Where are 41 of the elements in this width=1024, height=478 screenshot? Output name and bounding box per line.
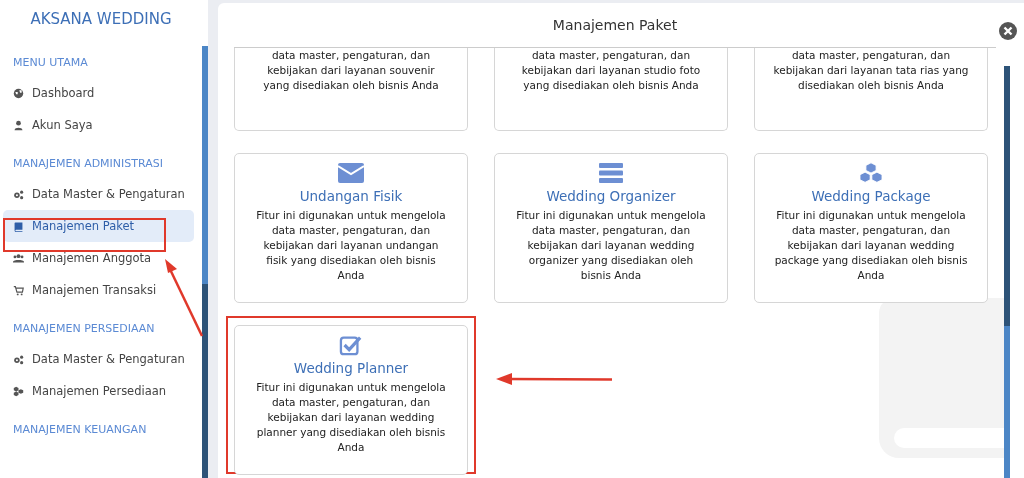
server-icon (598, 162, 624, 184)
nav-item[interactable]: Manajemen Transaksi (3, 274, 194, 306)
package-card[interactable]: data master, pengaturan, dan kebijakan dari layanan souvenir yang disediakan oleh bisnis Anda (234, 48, 468, 131)
package-card[interactable]: data master, pengaturan, dan kebijakan dari layanan tata rias yang disediakan oleh bisnis Anda (754, 48, 988, 131)
card-description: data master, pengaturan, dan kebijakan dari layanan studio foto yang disediakan oleh bisnis Anda (520, 48, 702, 93)
package-card[interactable]: data master, pengaturan, dan kebijakan dari layanan studio foto yang disediakan oleh bisnis Anda (494, 48, 728, 131)
card-title: Undangan Fisik (299, 188, 403, 204)
package-card[interactable]: Wedding Organizer Fitur ini digunakan untuk mengelola data master, pengaturan, dan kebijakan dari layanan wedding organizer yang disediakan oleh bisnis Anda (494, 153, 728, 303)
card-title: Wedding Organizer (546, 188, 676, 204)
envelope-icon (338, 162, 364, 184)
brand-title: AKSANA WEDDING (29, 10, 173, 28)
card-description: Fitur ini digunakan untuk mengelola data master, pengaturan, dan kebijakan dari layanan wedding planner yang disediakan oleh bisnis Anda (255, 380, 447, 455)
users-icon (13, 252, 24, 264)
package-card[interactable]: Undangan Fisik Fitur ini digunakan untuk mengelola data master, pengaturan, dan kebijakan dari layanan undangan fisik yang disediakan oleh bisnis Anda (234, 153, 468, 303)
nav-item[interactable]: Data Master & Pengaturan (3, 178, 194, 210)
nav-item[interactable]: Manajemen Persediaan (3, 375, 194, 407)
book-icon (13, 220, 24, 232)
close-icon[interactable] (999, 22, 1017, 40)
section-heading: MENU UTAMA (12, 56, 89, 69)
nav-item[interactable]: Manajemen Anggota (3, 242, 194, 274)
nav-item[interactable]: Manajemen Paket (3, 210, 194, 242)
card-description: Fitur ini digunakan untuk mengelola data master, pengaturan, dan kebijakan dari layanan undangan fisik yang disediakan oleh bisnis Anda (255, 208, 447, 283)
card-description: Fitur ini digunakan untuk mengelola data master, pengaturan, dan kebijakan dari layanan wedding package yang disediakan oleh bisnis Anda (773, 208, 969, 283)
section-heading: MANAJEMEN KEUANGAN (12, 423, 148, 436)
checkbox-icon (338, 334, 364, 356)
nav-item[interactable]: Dashboard (3, 77, 194, 109)
card-description: data master, pengaturan, dan kebijakan dari layanan tata rias yang disediakan oleh bisnis Anda (772, 48, 970, 93)
card-description: data master, pengaturan, dan kebijakan dari layanan souvenir yang disediakan oleh bisnis Anda (262, 48, 440, 93)
section-heading: MANAJEMEN PERSEDIAAN (12, 322, 156, 335)
card-title: Wedding Planner (293, 360, 409, 376)
package-card[interactable]: Wedding Package Fitur ini digunakan untuk mengelola data master, pengaturan, dan kebijakan dari layanan wedding package yang disediakan oleh bisnis Anda (754, 153, 988, 303)
user-icon (13, 119, 24, 131)
card-description: Fitur ini digunakan untuk mengelola data master, pengaturan, dan kebijakan dari layanan wedding organizer yang disediakan oleh bisnis Anda (515, 208, 707, 283)
card-title: Wedding Package (811, 188, 931, 204)
nav-item[interactable]: Data Master & Pengaturan (3, 343, 194, 375)
globe-icon (13, 87, 24, 99)
modal-title: Manajemen Paket (552, 17, 678, 33)
package-card[interactable]: Wedding Planner Fitur ini digunakan untuk mengelola data master, pengaturan, dan kebijakan dari layanan wedding planner yang disediakan oleh bisnis Anda (234, 325, 468, 475)
cart-icon (13, 284, 24, 296)
section-heading: MANAJEMEN ADMINISTRASI (12, 157, 164, 170)
nav-item[interactable]: Akun Saya (3, 109, 194, 141)
